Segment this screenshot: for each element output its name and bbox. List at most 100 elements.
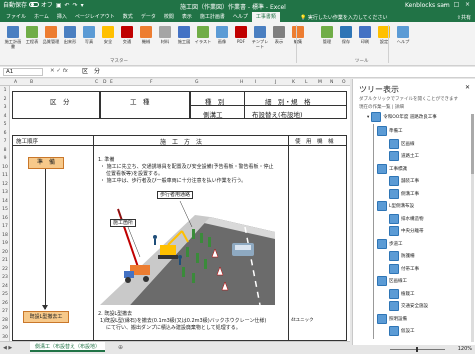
ribbon-button-13[interactable]: テンプレート [251,26,269,49]
column-header[interactable]: I [255,79,256,86]
close-button[interactable]: × [463,1,472,8]
tab-0[interactable]: ファイル [2,12,30,22]
expand-icon[interactable]: ▾ [367,115,369,120]
row-header[interactable]: 6 [0,131,10,136]
tree-item[interactable]: 歩道工 [377,238,403,249]
ribbon-button-20[interactable]: ヘルプ [394,26,412,44]
tree-item[interactable]: 排水構造物 [389,213,424,224]
row-header[interactable]: 1 [0,88,10,93]
tree-menu[interactable]: 現在の作業一覧 | 詳細 [359,104,404,110]
ribbon-button-4[interactable]: 写真 [80,26,98,44]
tree-item[interactable]: 区画線 [389,138,415,149]
ribbon-button-1[interactable]: 工程表 [23,26,41,44]
row-header[interactable]: 2 [0,97,10,102]
column-header[interactable]: K [292,79,295,86]
column-header[interactable]: J [275,79,276,86]
row-header[interactable]: 11 [0,173,10,178]
row-header[interactable]: 27 [0,309,10,314]
row-header[interactable]: 29 [0,326,10,331]
restore-button[interactable]: □ [452,1,461,8]
tab-9[interactable]: ヘルプ [229,12,252,22]
add-sheet-icon[interactable]: ⊕ [118,344,123,351]
share-button[interactable]: ⇪共有 [457,14,471,21]
row-header[interactable]: 23 [0,275,10,280]
column-header[interactable]: O [342,79,346,86]
step-removal[interactable]: 既設L型撤去工 [23,311,69,323]
tab-4[interactable]: 数式 [119,12,137,22]
row-header[interactable]: 15 [0,207,10,212]
column-header[interactable]: C [95,79,98,86]
zoom-level[interactable]: 120% [458,346,472,352]
row-header[interactable]: 17 [0,224,10,229]
tree-item[interactable]: 工事標識 [377,163,407,174]
ribbon-button-8[interactable]: 材料 [156,26,174,44]
tab-6[interactable]: 校閲 [160,12,178,22]
row-header[interactable]: 8 [0,148,10,153]
row-header[interactable]: 22 [0,267,10,272]
formula-input[interactable]: 区 分 [82,68,100,76]
ribbon-button-2[interactable]: 品質管理 [42,26,60,44]
ribbon-button-17[interactable]: 保存 [337,26,355,44]
tree-root[interactable]: ▾ 令和OO年度 道路改良工事 [367,112,437,122]
row-header[interactable]: 3 [0,105,10,110]
ribbon-button-11[interactable]: 画像 [213,26,231,44]
row-header[interactable]: 12 [0,182,10,187]
name-box[interactable]: A1 [3,68,43,76]
column-header[interactable]: H [240,79,243,86]
column-header[interactable]: A [14,79,17,86]
row-header[interactable]: 19 [0,241,10,246]
tab-7[interactable]: 表示 [178,12,196,22]
tab-10[interactable]: 工事書類 [251,12,280,22]
row-header[interactable]: 18 [0,233,10,238]
tab-2[interactable]: 挿入 [53,12,71,22]
row-header[interactable]: 30 [0,335,10,340]
row-header[interactable]: 13 [0,190,10,195]
column-header[interactable]: F [150,79,153,86]
minimize-button[interactable]: − [441,1,450,8]
ribbon-button-6[interactable]: 交通 [118,26,136,44]
ribbon-button-18[interactable]: 印刷 [356,26,374,44]
tree-item[interactable]: 準備工 [377,126,403,136]
column-header[interactable]: D [103,79,106,86]
ribbon-button-0[interactable]: 施工計画書 [4,26,22,49]
row-header[interactable]: 26 [0,301,10,306]
fx-icon[interactable]: ✕ ✓ fx [50,68,68,74]
customize-qat-icon[interactable]: ▾ [81,2,84,10]
undo-icon[interactable]: ↶ [65,2,70,10]
column-header[interactable]: G [195,79,199,86]
tree-item[interactable]: 防護柵 [389,251,415,261]
ribbon-button-9[interactable]: 施工図 [175,26,193,44]
tab-3[interactable]: ページレイアウト [71,12,119,22]
tree-item[interactable]: 植栽工 [389,288,415,299]
save-icon[interactable]: ▣ [56,2,62,10]
close-icon[interactable]: ✕ [465,84,470,91]
column-header[interactable]: E [110,79,113,86]
ribbon-button-10[interactable]: イラスト [194,26,212,44]
row-header[interactable]: 28 [0,318,10,323]
tree-item[interactable]: L型側溝布設 [377,201,414,211]
tab-8[interactable]: 施工計画書 [196,12,229,22]
row-header[interactable]: 4 [0,114,10,119]
row-header[interactable]: 24 [0,284,10,289]
row-header[interactable]: 16 [0,216,10,221]
tree-item[interactable]: 道路土工 [389,151,419,161]
ribbon-button-7[interactable]: 機械 [137,26,155,44]
tree-item[interactable]: 付帯工事 [389,263,419,274]
ribbon-button-5[interactable]: 安全 [99,26,117,44]
tree-item[interactable]: 舗装工事 [389,176,419,186]
ribbon-button-12[interactable]: PDF [232,26,250,44]
tell-me-search[interactable]: 💡 実行したい作業を入力してください [300,14,388,21]
column-header[interactable]: N [330,79,333,86]
tab-1[interactable]: ホーム [30,12,53,22]
worksheet[interactable]: ABCDEFGHIJKLMNO 1 2 3 4 5 6 7 8 9 10 11 12 13 14 15 16 1… [0,79,350,341]
step-prep[interactable]: 準 備 [28,157,64,169]
sheet-nav-icon[interactable]: ◀ ▶ [3,345,12,351]
tree-item[interactable]: 区画線工 [377,276,407,286]
tree-item[interactable]: 中央分離帯 [389,226,424,236]
row-header[interactable]: 14 [0,199,10,204]
ribbon-button-16[interactable]: 管理 [318,26,336,44]
row-header[interactable]: 10 [0,165,10,170]
column-header[interactable]: M [318,79,322,86]
tree-item[interactable]: 交通安全施設 [389,301,428,311]
row-header[interactable]: 20 [0,250,10,255]
